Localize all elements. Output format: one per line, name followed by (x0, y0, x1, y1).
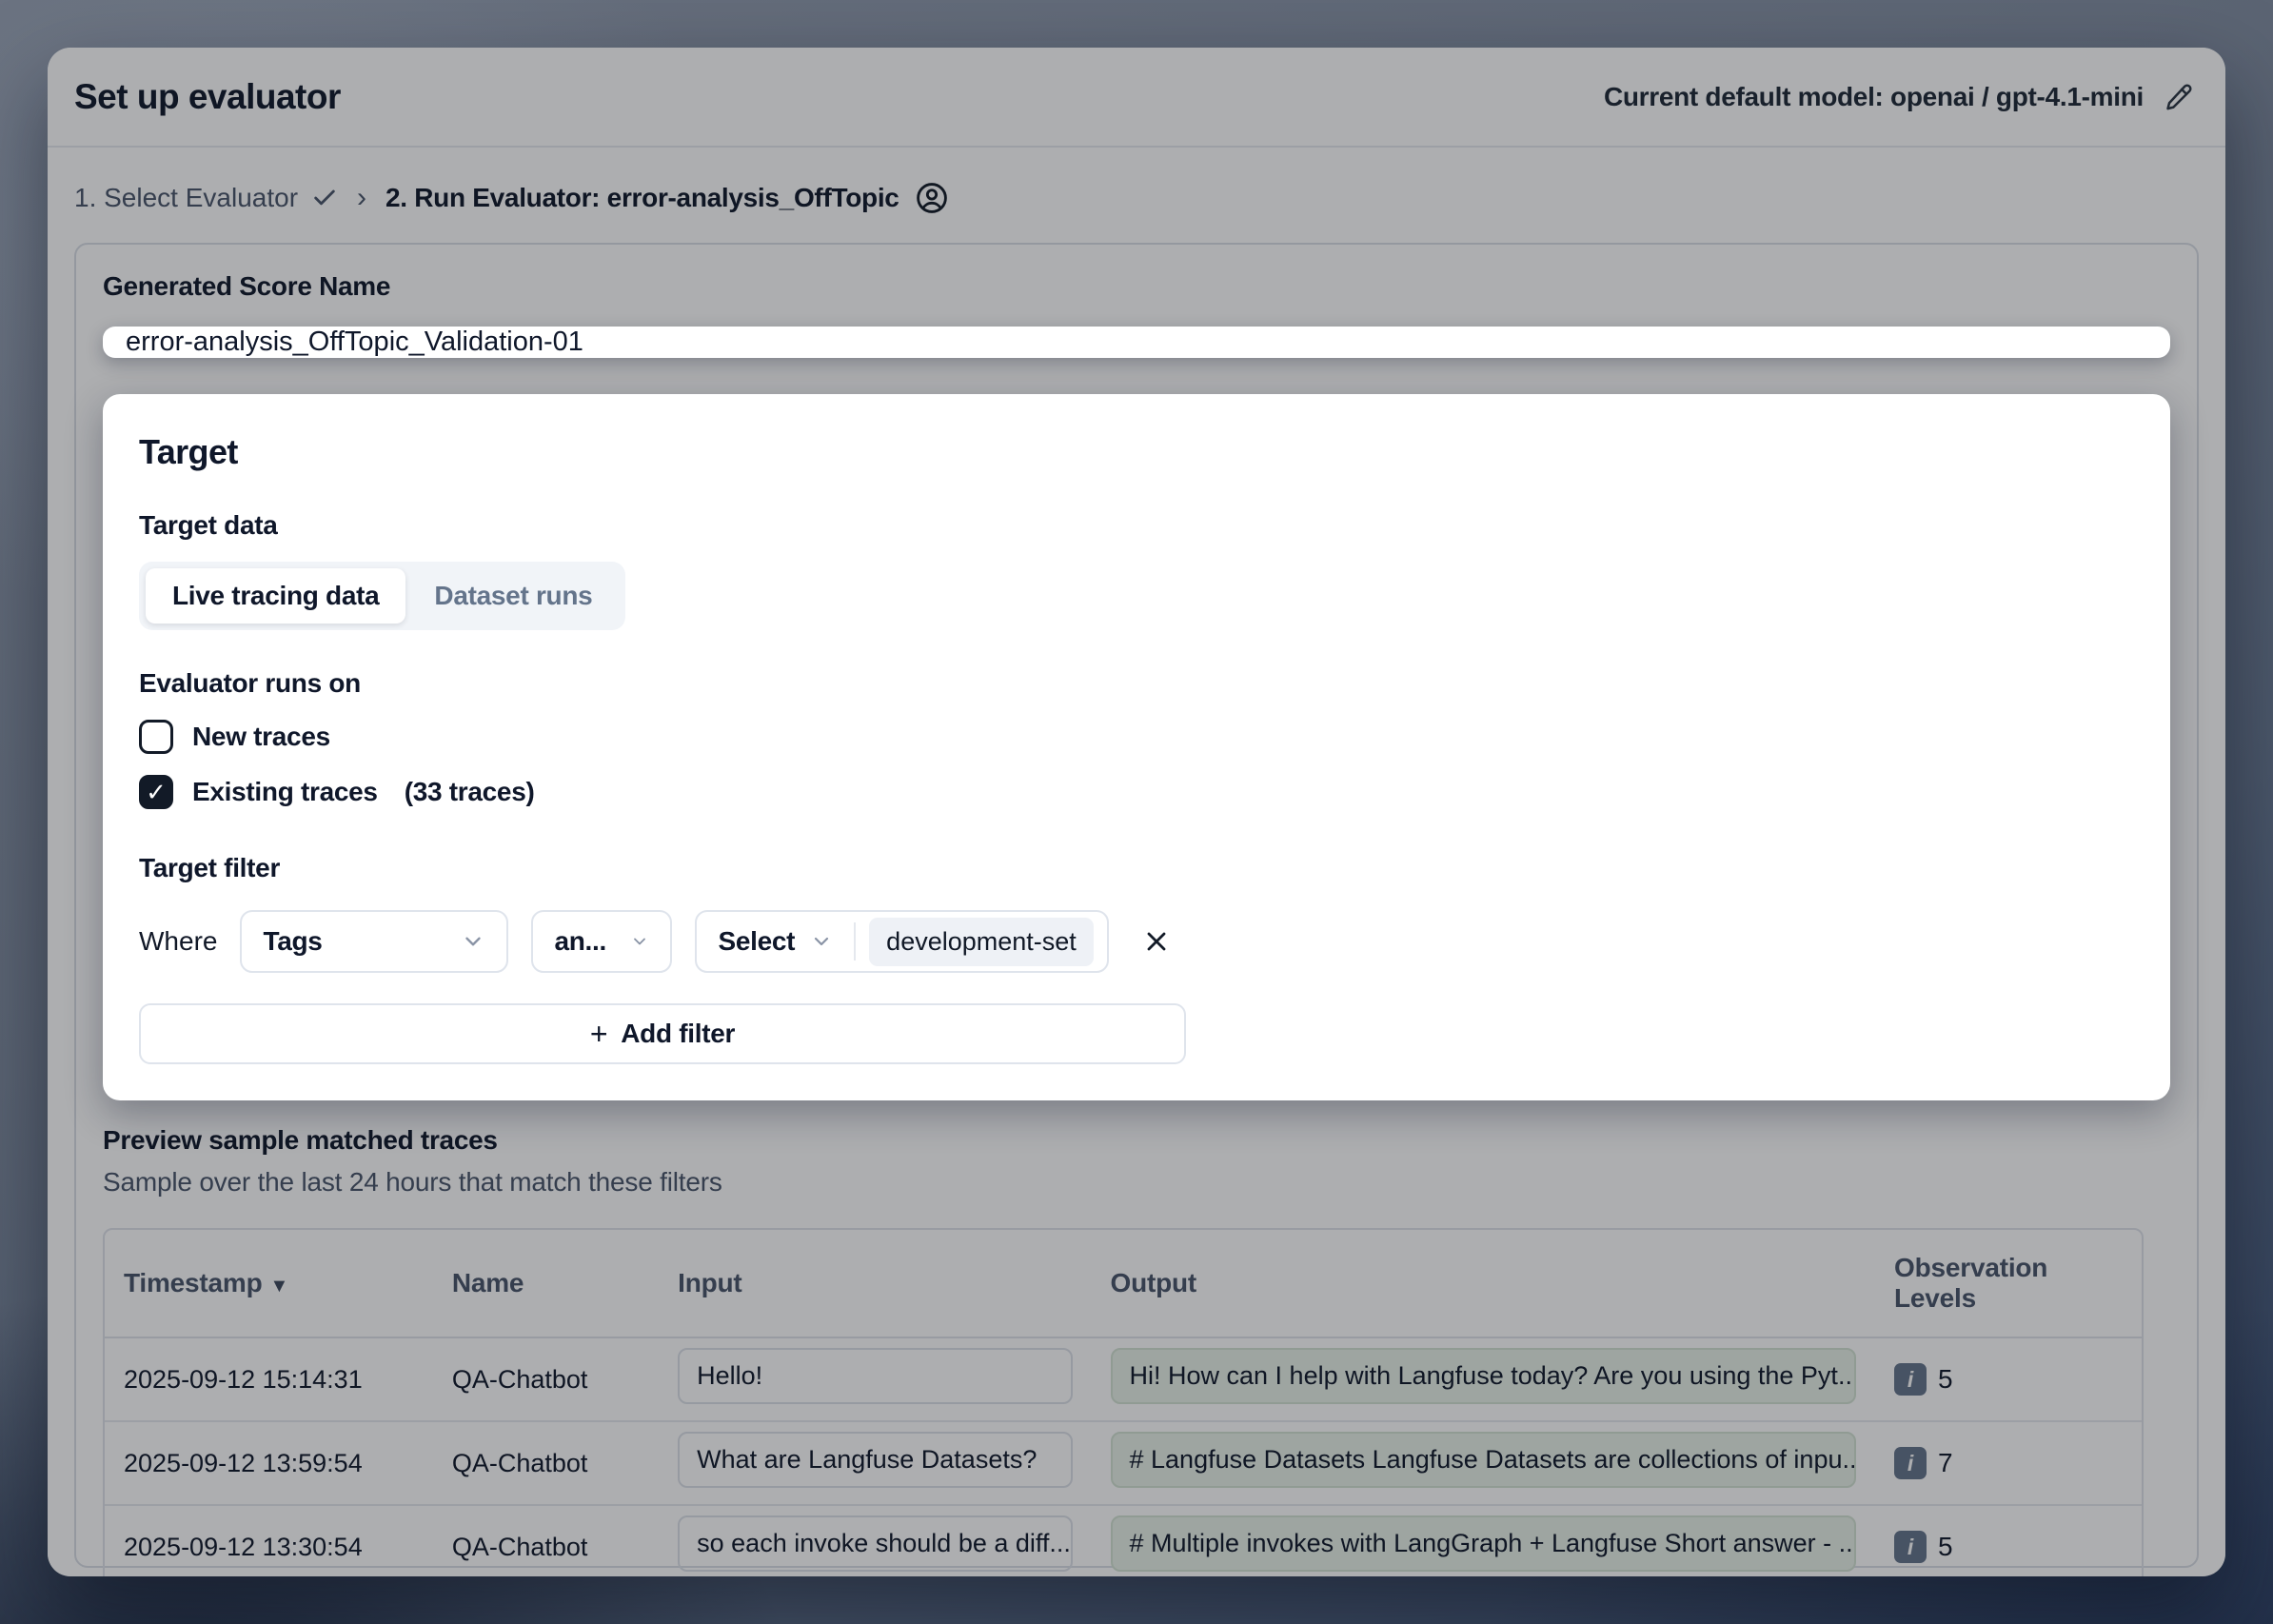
output-cell-chip: Hi! How can I help with Langfuse today? … (1111, 1348, 1857, 1404)
default-model-label: Current default model: openai / gpt-4.1-… (1604, 82, 2144, 112)
timestamp-header-label: Timestamp (124, 1268, 263, 1297)
observation-levels-cell: i 5 (1894, 1531, 2123, 1563)
info-badge-icon: i (1894, 1363, 1927, 1396)
column-header-name: Name (433, 1230, 659, 1338)
add-filter-label: Add filter (621, 1019, 735, 1049)
column-header-input: Input (659, 1230, 1091, 1338)
observation-level-count: 7 (1938, 1448, 1953, 1478)
timestamp-cell: 2025-09-12 13:30:54 (105, 1506, 433, 1576)
column-header-observation-levels: Observation Levels (1875, 1230, 2142, 1338)
observation-levels-cell: i 5 (1894, 1363, 2123, 1396)
preview-subheading: Sample over the last 24 hours that match… (103, 1167, 2170, 1198)
preview-heading: Preview sample matched traces (103, 1125, 2170, 1156)
timestamp-cell: 2025-09-12 13:59:54 (105, 1422, 433, 1506)
observation-level-count: 5 (1938, 1532, 1953, 1562)
chevron-right-icon: › (357, 182, 366, 214)
filter-operator-select[interactable]: an... (531, 910, 672, 973)
target-card: Target Target data Live tracing data Dat… (103, 394, 2170, 1100)
evaluator-runs-on-label: Evaluator runs on (139, 668, 2134, 699)
add-filter-button[interactable]: + Add filter (139, 1003, 1186, 1064)
name-cell: QA-Chatbot (433, 1506, 659, 1576)
user-circle-icon (915, 181, 949, 215)
breadcrumb-step2-label: 2. Run Evaluator: error-analysis_OffTopi… (385, 183, 899, 213)
observation-levels-cell: i 7 (1894, 1447, 2123, 1479)
timestamp-cell: 2025-09-12 15:14:31 (105, 1338, 433, 1422)
input-cell-chip: so each invoke should be a diff... (678, 1515, 1072, 1572)
tab-dataset-runs[interactable]: Dataset runs (407, 568, 619, 624)
input-cell-chip: What are Langfuse Datasets? (678, 1432, 1072, 1488)
sort-desc-icon: ▼ (270, 1276, 289, 1297)
preview-section: Preview sample matched traces Sample ove… (103, 1125, 2170, 1576)
filter-column-select[interactable]: Tags (240, 910, 508, 973)
breadcrumb-step-run-evaluator: 2. Run Evaluator: error-analysis_OffTopi… (385, 181, 949, 215)
breadcrumb: 1. Select Evaluator › 2. Run Evaluator: … (48, 148, 2225, 243)
filter-row: Where Tags an... Select (139, 910, 2134, 973)
new-traces-label: New traces (192, 722, 330, 752)
edit-model-button[interactable] (2161, 79, 2197, 115)
input-cell-chip: Hello! (678, 1348, 1072, 1404)
option-row-existing-traces: ✓ Existing traces (33 traces) (139, 775, 2134, 809)
setup-evaluator-modal: Set up evaluator Current default model: … (48, 48, 2225, 1576)
existing-traces-count: (33 traces) (405, 777, 535, 807)
chevron-down-icon (810, 930, 833, 953)
page-title: Set up evaluator (74, 77, 341, 117)
filter-value-placeholder: Select (718, 926, 795, 957)
edit-pencil-icon (2164, 83, 2193, 111)
column-header-timestamp[interactable]: Timestamp ▼ (105, 1230, 433, 1338)
filter-value-select[interactable]: Select development-set (695, 910, 1108, 973)
divider (854, 922, 856, 961)
filter-value-chip[interactable]: development-set (869, 918, 1094, 966)
column-header-output: Output (1092, 1230, 1876, 1338)
filter-operator-value: an... (554, 926, 606, 957)
plus-icon: + (590, 1019, 607, 1049)
breadcrumb-step1-label: 1. Select Evaluator (74, 183, 298, 213)
output-cell-chip: # Langfuse Datasets Langfuse Datasets ar… (1111, 1432, 1857, 1488)
tab-live-tracing-data[interactable]: Live tracing data (146, 568, 405, 624)
info-badge-icon: i (1894, 1531, 1927, 1563)
table-row: 2025-09-12 13:59:54 QA-Chatbot What are … (105, 1422, 2142, 1506)
output-cell-chip: # Multiple invokes with LangGraph + Lang… (1111, 1515, 1857, 1572)
check-icon (311, 185, 338, 211)
where-label: Where (139, 926, 217, 957)
default-model-section: Current default model: openai / gpt-4.1-… (1604, 79, 2197, 115)
evaluator-form-container: Generated Score Name Target Target data … (74, 243, 2199, 1568)
info-badge-icon: i (1894, 1447, 1927, 1479)
target-data-tabs: Live tracing data Dataset runs (139, 562, 625, 630)
existing-traces-checkbox[interactable]: ✓ (139, 775, 173, 809)
modal-header: Set up evaluator Current default model: … (48, 48, 2225, 148)
checkmark-icon: ✓ (146, 780, 167, 804)
table-header-row: Timestamp ▼ Name Input Output Observation… (105, 1230, 2142, 1338)
chevron-down-icon (461, 929, 485, 954)
new-traces-checkbox[interactable] (139, 720, 173, 754)
option-row-new-traces: New traces (139, 720, 2134, 754)
target-data-label: Target data (139, 510, 2134, 541)
existing-traces-label: Existing traces (192, 777, 378, 807)
target-filter-label: Target filter (139, 853, 2134, 883)
filter-column-value: Tags (263, 926, 322, 957)
score-name-input[interactable] (103, 327, 2170, 358)
table-row: 2025-09-12 15:14:31 QA-Chatbot Hello! Hi… (105, 1338, 2142, 1422)
name-cell: QA-Chatbot (433, 1338, 659, 1422)
remove-filter-button[interactable] (1137, 922, 1176, 961)
chevron-down-icon (630, 932, 649, 951)
target-heading: Target (139, 432, 2134, 472)
breadcrumb-step-select-evaluator[interactable]: 1. Select Evaluator (74, 183, 338, 213)
matched-traces-table: Timestamp ▼ Name Input Output Observation… (103, 1228, 2144, 1576)
observation-level-count: 5 (1938, 1364, 1953, 1395)
close-icon (1141, 926, 1172, 957)
score-name-label: Generated Score Name (103, 271, 2170, 302)
name-cell: QA-Chatbot (433, 1422, 659, 1506)
table-row: 2025-09-12 13:30:54 QA-Chatbot so each i… (105, 1506, 2142, 1576)
